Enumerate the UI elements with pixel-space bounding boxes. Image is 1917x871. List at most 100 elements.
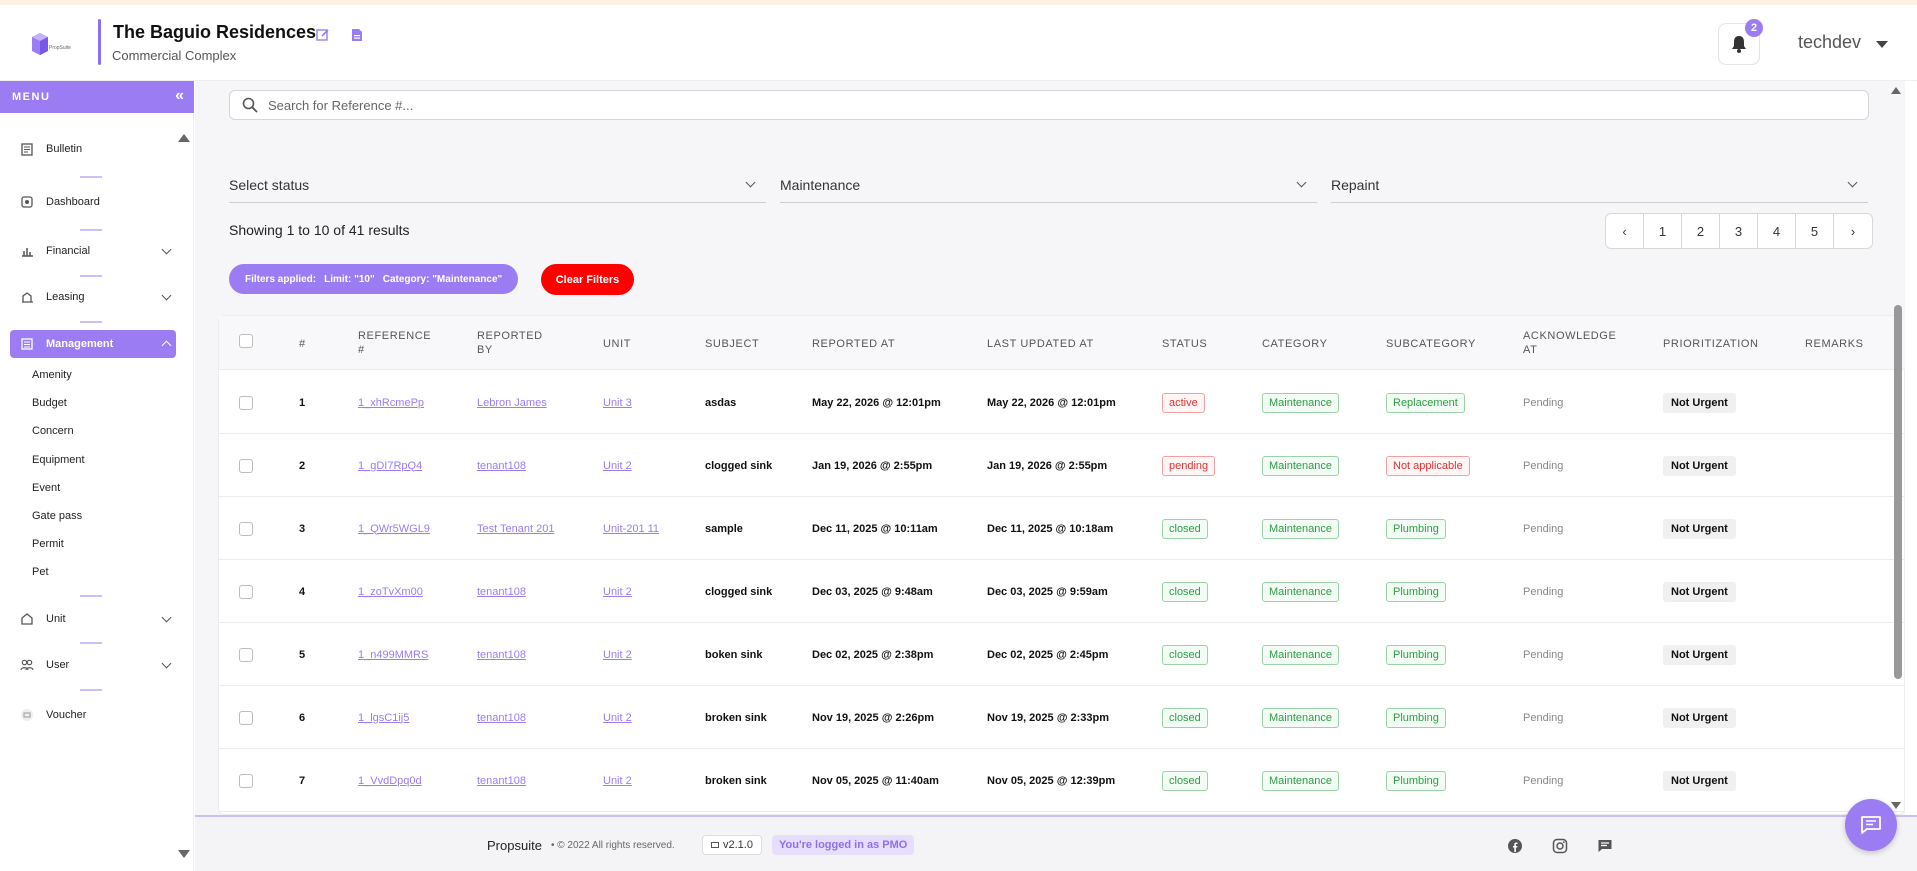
col-remarks[interactable]: REMARKS bbox=[1805, 337, 1864, 351]
cell-reference[interactable]: 1_gDI7RpQ4 bbox=[358, 460, 422, 472]
page-button-3[interactable]: 3 bbox=[1720, 214, 1758, 248]
col-category[interactable]: CATEGORY bbox=[1262, 337, 1328, 351]
search-icon bbox=[242, 97, 258, 113]
cell-reference-wrap: 1_zoTvXm00 bbox=[358, 560, 423, 623]
sidebar-item-management[interactable]: Management bbox=[10, 330, 176, 358]
row-checkbox[interactable] bbox=[239, 773, 253, 788]
instagram-icon[interactable] bbox=[1551, 837, 1569, 855]
cell-unit[interactable]: Unit 3 bbox=[603, 397, 632, 409]
subcategory-select[interactable]: Repaint bbox=[1331, 169, 1868, 203]
sidebar-subitem-concern[interactable]: Concern bbox=[32, 425, 74, 437]
cell-unit[interactable]: Unit 2 bbox=[603, 775, 632, 787]
page-button-1[interactable]: 1 bbox=[1644, 214, 1682, 248]
table-row[interactable]: 4 1_zoTvXm00 tenant108 Unit 2 clogged sink De… bbox=[219, 560, 1905, 623]
cell-reference[interactable]: 1_n499MMRS bbox=[358, 649, 428, 661]
sidebar-subitem-budget[interactable]: Budget bbox=[32, 397, 67, 409]
cell-reported-by[interactable]: tenant108 bbox=[477, 775, 526, 787]
cell-reported-by[interactable]: tenant108 bbox=[477, 712, 526, 724]
caret-down-icon[interactable] bbox=[1876, 41, 1888, 48]
table-row[interactable]: 3 1_QWr5WGL9 Test Tenant 201 Unit-201 11 sam… bbox=[219, 497, 1905, 560]
row-checkbox[interactable] bbox=[239, 395, 253, 410]
status-select-value: Select status bbox=[229, 177, 310, 193]
main-scroll-down[interactable] bbox=[1891, 802, 1901, 809]
sidebar-item-dashboard[interactable]: Dashboard bbox=[10, 188, 176, 216]
main-scroll-up[interactable] bbox=[1891, 87, 1901, 94]
cell-reference[interactable]: 1_zoTvXm00 bbox=[358, 586, 423, 598]
table-row[interactable]: 6 1_lgsC1ij5 tenant108 Unit 2 broken sink Nov… bbox=[219, 686, 1905, 749]
row-checkbox[interactable] bbox=[239, 710, 253, 725]
cell-reference[interactable]: 1_QWr5WGL9 bbox=[358, 523, 430, 535]
table-row[interactable]: 1 1_xhRcmePp Lebron James Unit 3 asdas May 22… bbox=[219, 371, 1905, 434]
propsuite-logo[interactable]: PropSuite bbox=[28, 29, 76, 61]
sidebar-item-unit[interactable]: Unit bbox=[10, 605, 176, 633]
status-select[interactable]: Select status bbox=[229, 169, 766, 203]
cell-reported-by[interactable]: tenant108 bbox=[477, 586, 526, 598]
sidebar-subitem-permit[interactable]: Permit bbox=[32, 538, 64, 550]
row-checkbox[interactable] bbox=[239, 584, 253, 599]
row-checkbox[interactable] bbox=[239, 458, 253, 473]
col-reported-by[interactable]: REPORTED BY bbox=[477, 329, 542, 357]
sidebar-item-leasing[interactable]: Leasing bbox=[10, 283, 176, 311]
table-row[interactable]: 5 1_n499MMRS tenant108 Unit 2 boken sink Dec … bbox=[219, 623, 1905, 686]
col-reported-at[interactable]: REPORTED AT bbox=[812, 337, 895, 351]
cell-reported-by[interactable]: Lebron James bbox=[477, 397, 547, 409]
category-select[interactable]: Maintenance bbox=[780, 169, 1317, 203]
cell-reported-by[interactable]: Test Tenant 201 bbox=[477, 523, 554, 535]
col-acknowledge-at[interactable]: ACKNOWLEDGE AT bbox=[1523, 329, 1619, 357]
divider bbox=[80, 229, 102, 231]
col-status[interactable]: STATUS bbox=[1162, 337, 1207, 351]
table-row[interactable]: 7 1_VvdDpq0d tenant108 Unit 2 broken sink Nov… bbox=[219, 749, 1905, 812]
main-scrollbar-thumb[interactable] bbox=[1894, 305, 1902, 679]
cell-reference[interactable]: 1_xhRcmePp bbox=[358, 397, 424, 409]
search-bar[interactable] bbox=[229, 90, 1869, 120]
cell-unit[interactable]: Unit 2 bbox=[603, 649, 632, 661]
cell-reported-by-wrap: tenant108 bbox=[477, 434, 526, 497]
message-icon[interactable] bbox=[1596, 837, 1614, 855]
search-input[interactable] bbox=[268, 97, 1768, 113]
col-last-updated-at[interactable]: LAST UPDATED AT bbox=[987, 337, 1094, 351]
cell-unit[interactable]: Unit 2 bbox=[603, 586, 632, 598]
cell-unit[interactable]: Unit 2 bbox=[603, 712, 632, 724]
sidebar-item-voucher[interactable]: Voucher bbox=[10, 701, 176, 729]
col-prioritization[interactable]: PRIORITIZATION bbox=[1663, 337, 1759, 351]
sidebar-item-user[interactable]: User bbox=[10, 651, 176, 679]
collapse-sidebar-icon[interactable]: « bbox=[175, 87, 184, 105]
cell-reference[interactable]: 1_lgsC1ij5 bbox=[358, 712, 409, 724]
sidebar-subitem-amenity[interactable]: Amenity bbox=[32, 369, 72, 381]
clear-filters-button[interactable]: Clear Filters bbox=[541, 264, 634, 295]
chat-support-button[interactable] bbox=[1845, 799, 1897, 851]
sidebar-subitem-pet[interactable]: Pet bbox=[32, 566, 49, 578]
table-row[interactable]: 2 1_gDI7RpQ4 tenant108 Unit 2 clogged sink Ja… bbox=[219, 434, 1905, 497]
row-checkbox[interactable] bbox=[239, 647, 253, 662]
user-menu-name[interactable]: techdev bbox=[1798, 32, 1861, 53]
sidebar-subitem-gate-pass[interactable]: Gate pass bbox=[32, 510, 82, 522]
facebook-icon[interactable] bbox=[1506, 837, 1524, 855]
col-subcategory[interactable]: SUBCATEGORY bbox=[1386, 337, 1476, 351]
cell-unit[interactable]: Unit-201 11 bbox=[603, 523, 659, 535]
edit-icon[interactable] bbox=[313, 25, 333, 45]
sidebar-subitem-event[interactable]: Event bbox=[32, 482, 60, 494]
page-button-5[interactable]: 5 bbox=[1796, 214, 1834, 248]
page-button-2[interactable]: 2 bbox=[1682, 214, 1720, 248]
sidebar-item-financial[interactable]: Financial bbox=[10, 237, 176, 265]
col-subject[interactable]: SUBJECT bbox=[705, 337, 759, 351]
page-button-4[interactable]: 4 bbox=[1758, 214, 1796, 248]
cell-reported-by[interactable]: tenant108 bbox=[477, 649, 526, 661]
sidebar-subitem-equipment[interactable]: Equipment bbox=[32, 454, 85, 466]
cell-subject-wrap: sample bbox=[705, 497, 743, 560]
cell-prioritization-wrap: Not Urgent bbox=[1663, 560, 1736, 623]
row-checkbox[interactable] bbox=[239, 521, 253, 536]
cell-reference[interactable]: 1_VvdDpq0d bbox=[358, 775, 422, 787]
select-all-checkbox[interactable] bbox=[239, 334, 253, 348]
next-page-button[interactable]: › bbox=[1834, 214, 1872, 248]
prev-page-button[interactable]: ‹ bbox=[1606, 214, 1644, 248]
cell-reported-by[interactable]: tenant108 bbox=[477, 460, 526, 472]
document-icon[interactable] bbox=[347, 25, 367, 45]
sidebar-scroll-up[interactable] bbox=[178, 134, 190, 142]
col-unit[interactable]: UNIT bbox=[603, 337, 631, 351]
cell-unit[interactable]: Unit 2 bbox=[603, 460, 632, 472]
sidebar-scroll-down[interactable] bbox=[178, 850, 190, 858]
cell-subcategory: Plumbing bbox=[1386, 518, 1446, 539]
col-reference[interactable]: REFERENCE # bbox=[358, 329, 438, 357]
sidebar-item-bulletin[interactable]: Bulletin bbox=[10, 135, 176, 163]
